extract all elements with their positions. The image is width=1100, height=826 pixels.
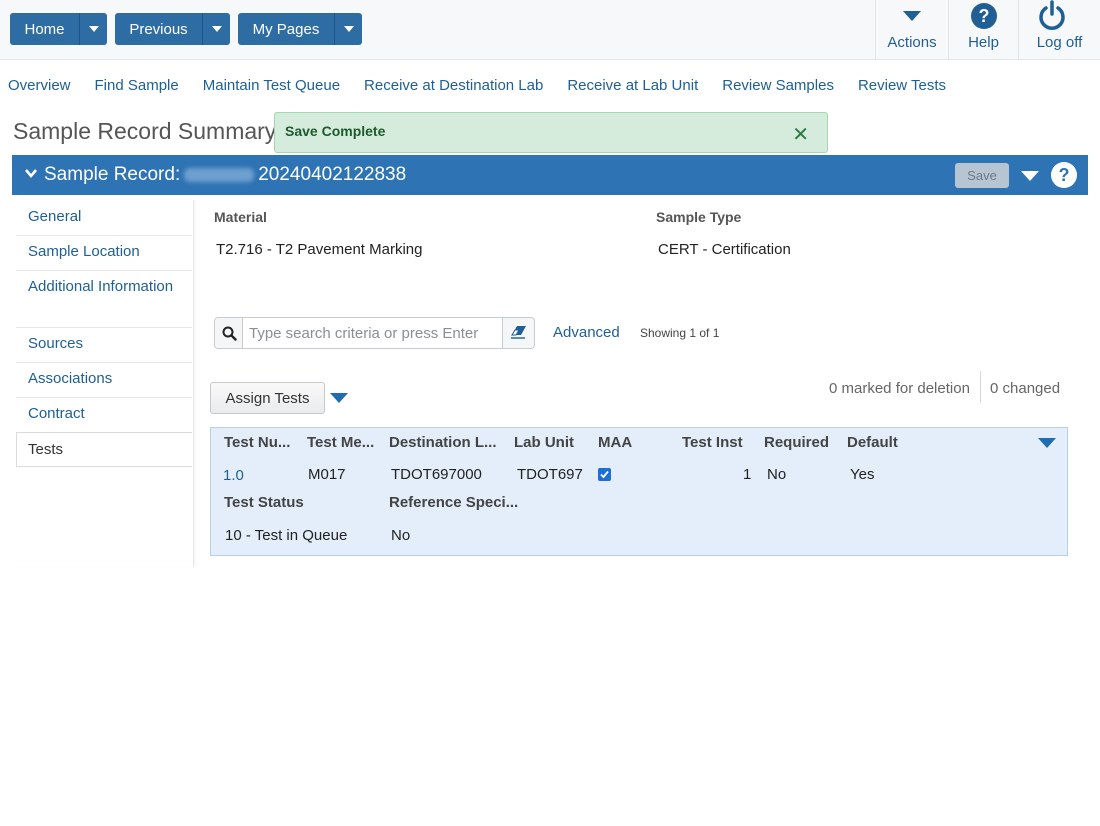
redacted-block	[184, 167, 255, 182]
logoff-label: Log off	[1036, 34, 1083, 51]
search-input[interactable]	[249, 323, 499, 343]
reference-spec-value: No	[391, 527, 411, 544]
col-header-default[interactable]: Default	[847, 434, 898, 451]
eraser-icon	[511, 326, 526, 339]
nav-link-find-sample[interactable]: Find Sample	[95, 77, 179, 94]
record-title-prefix: Sample Record:	[44, 164, 181, 185]
page-title: Sample Record Summary	[13, 118, 277, 144]
help-label: Help	[968, 34, 999, 51]
search-button[interactable]	[215, 318, 243, 348]
sidebar-item-associations[interactable]: Associations	[16, 368, 192, 398]
caret-down-icon	[903, 11, 921, 21]
previous-button[interactable]: Previous	[115, 13, 203, 45]
test-inst-value: 1	[743, 466, 752, 483]
default-value: Yes	[850, 466, 875, 483]
sidebar-item-general[interactable]: General	[16, 206, 192, 236]
nav-link-overview[interactable]: Overview	[8, 77, 71, 94]
sidebar-item-contract[interactable]: Contract	[16, 403, 192, 433]
maa-checkbox[interactable]	[598, 468, 611, 481]
previous-split-button: Previous	[115, 13, 230, 45]
assign-tests-button[interactable]: Assign Tests	[210, 382, 325, 414]
power-icon	[1039, 0, 1065, 30]
clear-search-button[interactable]	[502, 318, 534, 348]
search-box	[214, 317, 535, 349]
tests-grid: Test Nu... Test Me... Destination L... L…	[210, 427, 1068, 556]
my-pages-button[interactable]: My Pages	[238, 13, 335, 45]
test-status-value: 10 - Test in Queue	[225, 527, 348, 544]
svg-text:?: ?	[1059, 165, 1070, 185]
mypages-split-button: My Pages	[238, 13, 362, 45]
col-header-maa[interactable]: MAA	[598, 434, 632, 451]
sample-type-value: CERT - Certification	[658, 241, 791, 258]
nav-link-receive-destination-lab[interactable]: Receive at Destination Lab	[364, 77, 543, 94]
col-header-test-number[interactable]: Test Nu...	[224, 434, 290, 451]
nav-links: Overview Find Sample Maintain Test Queue…	[8, 77, 970, 94]
logoff-menu[interactable]: Log off	[1018, 0, 1100, 60]
sample-record-header: Sample Record: 20240402122838 Save ?	[12, 155, 1088, 195]
record-id: 20240402122838	[258, 164, 407, 185]
actions-label: Actions	[887, 34, 937, 51]
showing-count: Showing 1 of 1	[640, 326, 720, 340]
home-dropdown-button[interactable]	[80, 13, 107, 45]
col-header-required[interactable]: Required	[764, 434, 829, 451]
nav-link-receive-lab-unit[interactable]: Receive at Lab Unit	[567, 77, 698, 94]
sidebar-item-additional-information[interactable]: Additional Information	[16, 276, 192, 328]
sidebar-item-sample-location[interactable]: Sample Location	[16, 241, 192, 271]
my-pages-dropdown-button[interactable]	[335, 13, 362, 45]
advanced-search-link[interactable]: Advanced	[553, 324, 620, 341]
record-title: Sample Record: 20240402122838	[44, 164, 406, 186]
required-value: No	[767, 466, 787, 483]
record-sidebar: General Sample Location Additional Infor…	[16, 200, 194, 567]
material-label: Material	[214, 209, 267, 225]
marked-for-deletion-count: 0 marked for deletion	[829, 380, 970, 397]
chevron-down-icon	[343, 26, 354, 32]
col-header-destination-lab[interactable]: Destination L...	[389, 434, 497, 451]
home-split-button: Home	[10, 13, 107, 45]
col-header-test-method[interactable]: Test Me...	[307, 434, 374, 451]
help-icon: ?	[971, 3, 997, 29]
sample-type-label: Sample Type	[656, 209, 742, 225]
sidebar-item-sources[interactable]: Sources	[16, 333, 192, 363]
lab-unit-value: TDOT697	[517, 466, 583, 483]
chevron-down-icon	[211, 26, 222, 32]
grid-options-caret-icon[interactable]	[1038, 438, 1056, 448]
test-method-value: M017	[308, 466, 346, 483]
col-header-test-status: Test Status	[224, 494, 304, 511]
svg-text:?: ?	[979, 6, 990, 26]
col-header-lab-unit[interactable]: Lab Unit	[514, 434, 574, 451]
chevron-down-icon	[88, 26, 99, 32]
status-divider	[980, 371, 981, 403]
assign-tests-dropdown-icon[interactable]	[330, 393, 348, 403]
toast-message: Save Complete	[285, 123, 386, 139]
destination-lab-value: TDOT697000	[391, 466, 482, 483]
previous-dropdown-button[interactable]	[203, 13, 230, 45]
save-button[interactable]: Save	[955, 163, 1009, 188]
sidebar-item-tests[interactable]: Tests	[16, 432, 192, 467]
chevron-down-icon[interactable]	[24, 166, 38, 180]
test-number-link[interactable]: 1.0	[223, 467, 244, 484]
col-header-test-inst[interactable]: Test Inst	[682, 434, 743, 451]
record-menu-caret-icon[interactable]	[1021, 171, 1039, 181]
help-icon[interactable]: ?	[1050, 161, 1078, 189]
col-header-reference-spec: Reference Speci...	[389, 494, 519, 511]
nav-link-maintain-test-queue[interactable]: Maintain Test Queue	[203, 77, 340, 94]
close-icon[interactable]: ✕	[792, 122, 809, 147]
help-menu[interactable]: ? Help	[948, 0, 1018, 60]
changed-count: 0 changed	[990, 380, 1061, 397]
nav-link-review-tests[interactable]: Review Tests	[858, 77, 946, 94]
top-bar: Home Previous My Pages Actions ? Help Lo…	[0, 0, 1100, 60]
actions-menu[interactable]: Actions	[875, 0, 948, 60]
nav-link-review-samples[interactable]: Review Samples	[722, 77, 834, 94]
save-toast: Save Complete ✕	[274, 112, 828, 153]
material-value: T2.716 - T2 Pavement Marking	[216, 241, 423, 258]
checkmark-icon	[600, 470, 609, 479]
search-icon	[222, 326, 237, 341]
home-button[interactable]: Home	[10, 13, 80, 45]
